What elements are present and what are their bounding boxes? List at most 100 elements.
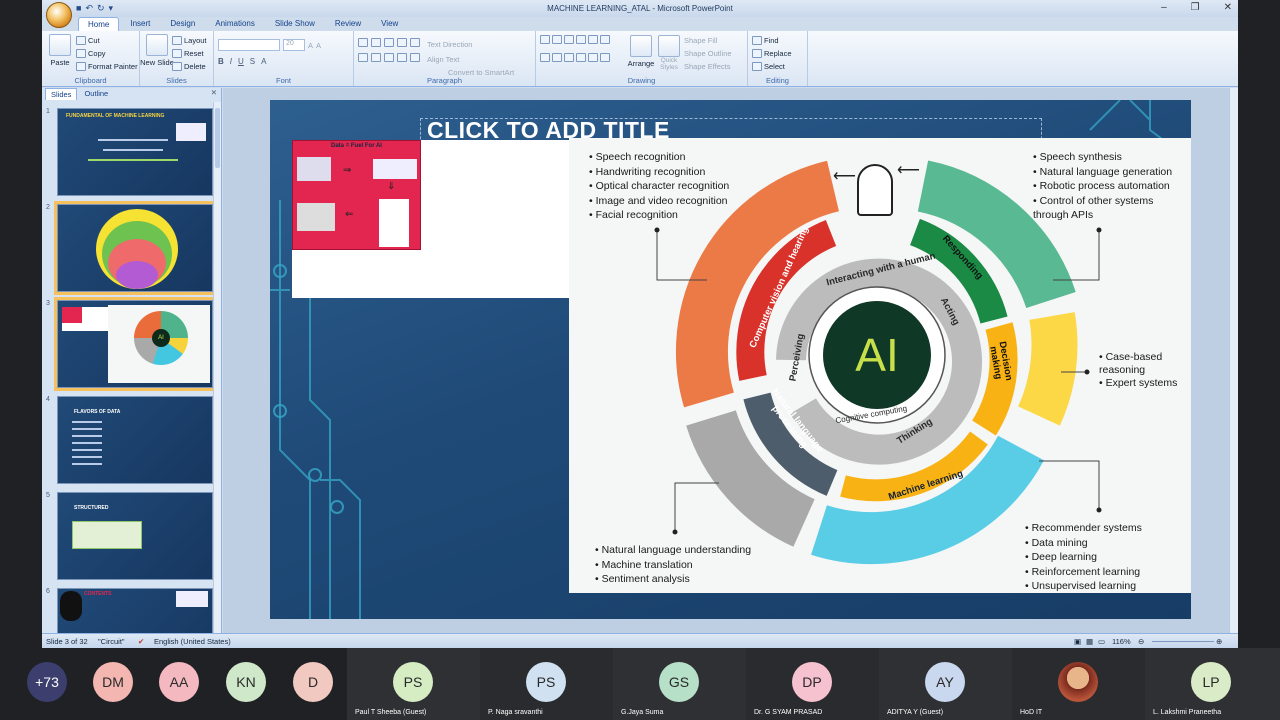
find-button[interactable]: Find	[752, 34, 803, 47]
connector-shape-icon[interactable]	[540, 53, 550, 62]
justify-icon[interactable]	[397, 53, 407, 62]
font-color-icon[interactable]: A	[261, 57, 266, 66]
avatar[interactable]: KN	[226, 662, 266, 702]
grow-font-icon[interactable]: A	[308, 39, 313, 52]
close-pane-icon[interactable]: ✕	[211, 88, 217, 100]
participant-tile[interactable]: AY ADITYA Y (Guest)	[879, 648, 1012, 720]
tab-slides[interactable]: Slides	[45, 88, 78, 100]
increase-indent-icon[interactable]	[397, 38, 407, 47]
rectangle-shape-icon[interactable]	[540, 35, 550, 44]
undo-icon[interactable]: ↶	[85, 3, 93, 14]
tab-slide-show[interactable]: Slide Show	[266, 17, 324, 31]
align-left-icon[interactable]	[358, 53, 368, 62]
participant-tile[interactable]: PS P. Naga sravanthi	[480, 648, 613, 720]
columns-icon[interactable]	[410, 53, 420, 62]
language-indicator[interactable]: English (United States)	[154, 637, 231, 646]
align-right-icon[interactable]	[384, 53, 394, 62]
save-icon[interactable]: ■	[76, 3, 81, 14]
reset-button[interactable]: Reset	[172, 47, 207, 60]
oval-shape-icon[interactable]	[576, 35, 586, 44]
slide-thumb-2[interactable]	[54, 201, 216, 295]
arrange-button[interactable]: Arrange	[628, 35, 654, 70]
avatar[interactable]: AA	[159, 662, 199, 702]
more-shapes-icon[interactable]	[600, 35, 610, 44]
star-shape-icon[interactable]	[576, 53, 586, 62]
tab-design[interactable]: Design	[161, 17, 204, 31]
layout-button[interactable]: Layout	[172, 34, 207, 47]
quick-styles-button[interactable]: Quick Styles	[658, 35, 680, 71]
strikethrough-icon[interactable]: S	[250, 57, 255, 66]
avatar[interactable]: DM	[93, 662, 133, 702]
slideshow-icon[interactable]: ▭	[1098, 637, 1105, 646]
numbering-icon[interactable]	[371, 38, 381, 47]
paste-button[interactable]: Paste	[48, 34, 72, 69]
delete-button[interactable]: Delete	[172, 60, 207, 73]
shape-fill-button[interactable]: Shape Fill	[684, 34, 732, 47]
shape-outline-button[interactable]: Shape Outline	[684, 47, 732, 60]
replace-button[interactable]: Replace	[752, 47, 803, 60]
line-shape-icon[interactable]	[552, 35, 562, 44]
font-name-field[interactable]	[218, 39, 280, 51]
minimize-icon[interactable]: –	[1161, 2, 1167, 13]
shape-effects-button[interactable]: Shape Effects	[684, 60, 732, 73]
shapes-gallery[interactable]	[540, 35, 622, 69]
font-size-field[interactable]: 20	[283, 39, 305, 51]
copy-button[interactable]: Copy	[76, 47, 138, 60]
curve-shape-icon[interactable]	[552, 53, 562, 62]
callout-shape-icon[interactable]	[588, 53, 598, 62]
slide-sorter-icon[interactable]: ▦	[1086, 637, 1093, 646]
paragraph-label: Paragraph	[426, 76, 463, 85]
new-slide-button[interactable]: New Slide	[140, 34, 174, 69]
align-text-button[interactable]: Align Text	[427, 53, 459, 66]
close-icon[interactable]: ✕	[1224, 2, 1232, 13]
customize-icon[interactable]: ▾	[109, 3, 114, 14]
line-spacing-icon[interactable]	[410, 38, 420, 47]
tab-home[interactable]: Home	[78, 17, 120, 31]
align-center-icon[interactable]	[371, 53, 381, 62]
pane-scrollbar[interactable]	[213, 102, 221, 633]
slide-thumb-4[interactable]: FLAVORS OF DATA	[57, 396, 213, 484]
decrease-indent-icon[interactable]	[384, 38, 394, 47]
zoom-in-icon[interactable]: ⊕	[1216, 637, 1222, 646]
zoom-level[interactable]: 116%	[1112, 637, 1131, 646]
data-fuel-image[interactable]: Data = Fuel For AI ⇒ ⇓ ⇐	[292, 140, 421, 250]
avatar[interactable]: D	[293, 662, 333, 702]
ai-diagram-image[interactable]: AI Interacting with a human Acting Perce…	[569, 138, 1191, 593]
text-direction-button[interactable]: Text Direction	[427, 38, 472, 51]
canvas-scrollbar[interactable]	[1229, 88, 1238, 633]
format-painter-button[interactable]: Format Painter	[76, 60, 138, 73]
maximize-icon[interactable]: ❐	[1191, 2, 1200, 13]
select-button[interactable]: Select	[752, 60, 803, 73]
participant-tile[interactable]: GS G.Jaya Suma	[613, 648, 746, 720]
tab-animations[interactable]: Animations	[206, 17, 264, 31]
slide-thumb-3[interactable]: AI	[54, 297, 216, 391]
slide-thumb-6[interactable]: CONTENTS	[57, 588, 213, 633]
italic-icon[interactable]: I	[230, 57, 232, 66]
participant-tile[interactable]: DP Dr. G SYAM PRASAD	[746, 648, 879, 720]
triangle-shape-icon[interactable]	[588, 35, 598, 44]
tab-review[interactable]: Review	[326, 17, 370, 31]
tab-insert[interactable]: Insert	[121, 17, 159, 31]
shrink-font-icon[interactable]: A	[316, 39, 321, 52]
bullets-icon[interactable]	[358, 38, 368, 47]
participant-tile[interactable]: HoD IT	[1012, 648, 1145, 720]
more-participants-avatar[interactable]: +73	[27, 662, 67, 702]
slide-thumb-5[interactable]: STRUCTURED	[57, 492, 213, 580]
participant-tile[interactable]: LP L. Lakshmi Praneetha	[1145, 648, 1280, 720]
cut-button[interactable]: Cut	[76, 34, 138, 47]
spellcheck-icon[interactable]: ✔	[138, 637, 144, 646]
participant-tile[interactable]: PS Paul T Sheeba (Guest)	[347, 648, 480, 720]
redo-icon[interactable]: ↻	[97, 3, 105, 14]
zoom-out-icon[interactable]: ⊖	[1138, 637, 1144, 646]
zoom-slider[interactable]	[1152, 641, 1214, 642]
arrow-shape-icon[interactable]	[564, 35, 574, 44]
underline-icon[interactable]: U	[238, 57, 244, 66]
brace-shape-icon[interactable]	[564, 53, 574, 62]
bold-icon[interactable]: B	[218, 57, 224, 66]
tab-view[interactable]: View	[372, 17, 407, 31]
normal-view-icon[interactable]: ▣	[1074, 637, 1081, 646]
office-button[interactable]	[46, 2, 72, 28]
freeform-shape-icon[interactable]	[600, 53, 610, 62]
slide-thumb-1[interactable]: FUNDAMENTAL OF MACHINE LEARNING	[57, 108, 213, 196]
tab-outline[interactable]: Outline	[79, 88, 113, 100]
